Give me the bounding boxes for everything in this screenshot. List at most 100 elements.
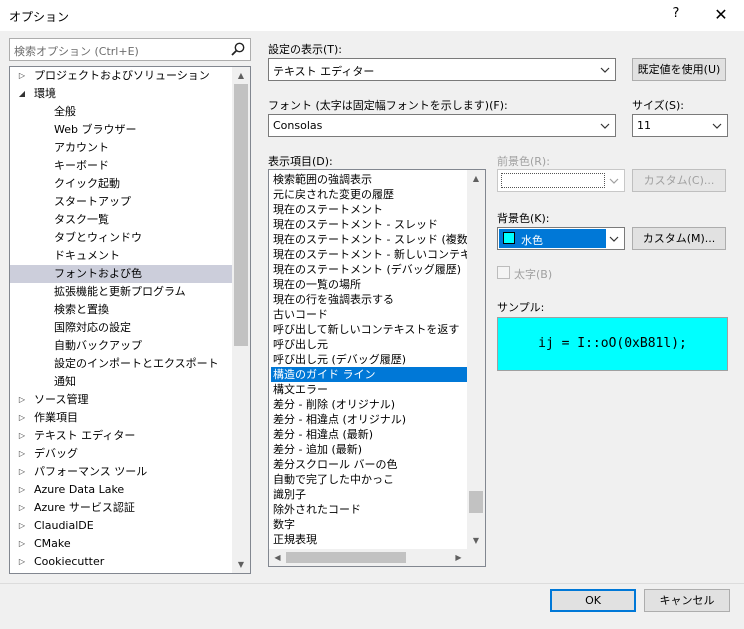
tree-item[interactable]: ▷ テキスト エディター — [10, 427, 232, 445]
tree-collapsed-icon[interactable]: ▷ — [16, 481, 28, 499]
display-item[interactable]: 差分スクロール バーの色 — [271, 457, 467, 472]
display-item[interactable]: 呼び出し元 (デバッグ履歴) — [271, 352, 467, 367]
tree-item-label: キーボード — [54, 159, 109, 172]
close-button[interactable]: ✕ — [706, 2, 736, 28]
display-item[interactable]: 現在のステートメント (デバッグ履歴) — [271, 262, 467, 277]
tree-scroll-thumb[interactable] — [234, 84, 248, 346]
tree-collapsed-icon[interactable]: ▷ — [16, 517, 28, 535]
tree-collapsed-icon[interactable]: ▷ — [16, 463, 28, 481]
display-item[interactable]: 自動で完了した中かっこ — [271, 472, 467, 487]
tree-item[interactable]: 通知 — [10, 373, 232, 391]
display-item[interactable]: 現在の行を強調表示する — [271, 292, 467, 307]
display-item[interactable]: 呼び出して新しいコンテキストを返す — [271, 322, 467, 337]
background-label: 背景色(K): — [497, 212, 550, 225]
tree-item[interactable]: ◢ 環境 — [10, 85, 232, 103]
display-item[interactable]: 正規表現 — [271, 532, 467, 547]
display-item[interactable]: 除外されたコード — [271, 502, 467, 517]
search-input[interactable]: 検索オプション (Ctrl+E) — [9, 38, 251, 61]
tree-item[interactable]: アカウント — [10, 139, 232, 157]
size-combo[interactable]: 11 — [632, 114, 728, 137]
tree-item[interactable]: ▷ 作業項目 — [10, 409, 232, 427]
display-item[interactable]: 現在のステートメント - スレッド — [271, 217, 467, 232]
tree-item[interactable]: ▷ プロジェクトおよびソリューション — [10, 67, 232, 85]
tree-item[interactable]: 国際対応の設定 — [10, 319, 232, 337]
tree-item[interactable]: Web ブラウザー — [10, 121, 232, 139]
tree-item[interactable]: ▷ ClaudialDE — [10, 517, 232, 535]
list-vscroll-thumb[interactable] — [469, 491, 483, 513]
display-items-list[interactable]: 検索範囲の強調表示 元に戻された変更の履歴 現在のステートメント 現在のステートメント… — [268, 169, 486, 567]
use-defaults-button[interactable]: 既定値を使用(U) — [632, 58, 726, 81]
background-custom-button[interactable]: カスタム(M)... — [632, 227, 726, 250]
tree-collapsed-icon[interactable]: ▷ — [16, 445, 28, 463]
scroll-down-icon[interactable]: ▼ — [232, 556, 250, 573]
tree-item[interactable]: キーボード — [10, 157, 232, 175]
tree-item[interactable]: ▷ Azure サービス認証 — [10, 499, 232, 517]
display-item[interactable]: 差分 - 相違点 (オリジナル) — [271, 412, 467, 427]
display-item[interactable]: 差分 - 削除 (オリジナル) — [271, 397, 467, 412]
ok-button[interactable]: OK — [550, 589, 636, 612]
tree-item[interactable]: クイック起動 — [10, 175, 232, 193]
tree-collapsed-icon[interactable]: ▷ — [16, 391, 28, 409]
tree-item[interactable]: タスク一覧 — [10, 211, 232, 229]
tree-item[interactable]: 検索と置換 — [10, 301, 232, 319]
scroll-up-icon[interactable]: ▲ — [467, 170, 485, 187]
display-item[interactable]: 構造のガイド ライン — [271, 367, 467, 382]
tree-item[interactable]: タブとウィンドウ — [10, 229, 232, 247]
scroll-left-icon[interactable]: ◀ — [269, 549, 286, 566]
tree-scrollbar[interactable]: ▲ ▼ — [232, 67, 250, 573]
tree-collapsed-icon[interactable]: ▷ — [16, 499, 28, 517]
display-item[interactable]: 検索範囲の強調表示 — [271, 172, 467, 187]
scroll-right-icon[interactable]: ▶ — [450, 549, 467, 566]
options-tree[interactable]: ▷ プロジェクトおよびソリューション ◢ 環境全般 Web ブラウザー アカウントキーボー… — [9, 66, 251, 574]
display-item[interactable]: 現在のステートメント - 新しいコンテキスト — [271, 247, 467, 262]
tree-item[interactable]: ▷ デバッグ — [10, 445, 232, 463]
tree-item[interactable]: ▷ Azure Data Lake — [10, 481, 232, 499]
tree-collapsed-icon[interactable]: ▷ — [16, 535, 28, 553]
tree-item-label: Azure Data Lake — [34, 483, 125, 496]
display-item[interactable]: 古いコード — [271, 307, 467, 322]
list-hscrollbar[interactable]: ◀ ▶ — [269, 549, 467, 566]
tree-item[interactable]: 全般 — [10, 103, 232, 121]
tree-collapsed-icon[interactable]: ▷ — [16, 409, 28, 427]
bold-checkbox[interactable] — [497, 266, 510, 279]
tree-item-label: スタートアップ — [54, 195, 131, 208]
tree-expanded-icon[interactable]: ◢ — [16, 85, 28, 103]
tree-item[interactable]: 設定のインポートとエクスポート — [10, 355, 232, 373]
tree-item[interactable]: ▷ CMake — [10, 535, 232, 553]
tree-item[interactable]: 自動バックアップ — [10, 337, 232, 355]
font-combo[interactable]: Consolas — [268, 114, 616, 137]
color-swatch — [503, 232, 515, 244]
display-item[interactable]: 構文エラー — [271, 382, 467, 397]
tree-item[interactable]: 拡張機能と更新プログラム — [10, 283, 232, 301]
display-item[interactable]: 元に戻された変更の履歴 — [271, 187, 467, 202]
cancel-button[interactable]: キャンセル — [644, 589, 730, 612]
list-vscrollbar[interactable]: ▲ ▼ — [467, 170, 485, 549]
scroll-up-icon[interactable]: ▲ — [232, 67, 250, 84]
display-item[interactable]: 数字 — [271, 517, 467, 532]
tree-item[interactable]: ▷ ソース管理 — [10, 391, 232, 409]
tree-item[interactable]: ▷ Cookiecutter — [10, 553, 232, 571]
tree-item[interactable]: フォントおよび色 — [10, 265, 232, 283]
display-item[interactable]: 現在の一覧の場所 — [271, 277, 467, 292]
tree-item[interactable]: ドキュメント — [10, 247, 232, 265]
display-item[interactable]: 差分 - 相違点 (最新) — [271, 427, 467, 442]
display-item[interactable]: 現在のステートメント — [271, 202, 467, 217]
tree-collapsed-icon[interactable]: ▷ — [16, 67, 28, 85]
foreground-custom-button[interactable]: カスタム(C)... — [632, 169, 726, 192]
scroll-down-icon[interactable]: ▼ — [467, 532, 485, 549]
tree-collapsed-icon[interactable]: ▷ — [16, 427, 28, 445]
tree-item[interactable]: スタートアップ — [10, 193, 232, 211]
background-combo[interactable]: 水色 — [497, 227, 625, 250]
foreground-combo[interactable] — [497, 169, 625, 192]
display-item[interactable]: 差分 - 追加 (最新) — [271, 442, 467, 457]
display-item[interactable]: 呼び出し元 — [271, 337, 467, 352]
tree-item[interactable]: ▷ パフォーマンス ツール — [10, 463, 232, 481]
display-item[interactable]: 現在のステートメント - スレッド (複数) — [271, 232, 467, 247]
show-settings-combo[interactable]: テキスト エディター — [268, 58, 616, 81]
list-hscroll-thumb[interactable] — [286, 552, 406, 563]
tree-item-label: 環境 — [34, 87, 56, 100]
tree-item-label: ClaudialDE — [34, 519, 94, 532]
display-item[interactable]: 識別子 — [271, 487, 467, 502]
help-button[interactable]: ? — [668, 6, 684, 21]
tree-collapsed-icon[interactable]: ▷ — [16, 553, 28, 571]
